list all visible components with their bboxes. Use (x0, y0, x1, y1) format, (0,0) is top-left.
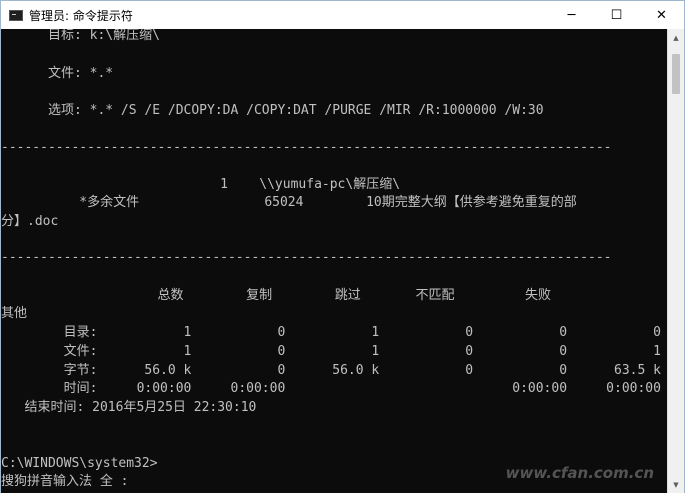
summary-row-files: 文件: 1 0 1 0 0 1 (1, 344, 661, 359)
console-line: 文件: *.* (1, 66, 114, 81)
console-line: 选项: *.* /S /E /DCOPY:DA /COPY:DAT /PURGE… (1, 103, 544, 118)
summary-header-wrap: 其他 (1, 306, 28, 321)
summary-header: 总数 复制 跳过 不匹配 失败 (1, 288, 551, 303)
separator-line: ----------------------------------------… (1, 140, 612, 155)
maximize-button[interactable]: ☐ (594, 1, 639, 29)
command-prompt-line[interactable]: C:\WINDOWS\system32> (1, 456, 158, 472)
command-prompt-window: 管理员: 命令提示符 ─ ☐ ✕ 目标: k:\解压缩\ 文件: *.* 选项:… (0, 0, 685, 493)
summary-row-dirs: 目录: 1 0 1 0 0 0 (1, 325, 661, 340)
separator-line: ----------------------------------------… (1, 250, 612, 265)
title-bar[interactable]: 管理员: 命令提示符 ─ ☐ ✕ (1, 1, 684, 29)
summary-row-times: 时间: 0:00:00 0:00:00 0:00:00 0:00:00 (1, 381, 661, 396)
minimize-button[interactable]: ─ (549, 1, 594, 29)
scrollbar-thumb[interactable] (672, 54, 680, 94)
console-line: 1 \\yumufa-pc\解压缩\ (1, 177, 401, 192)
window-controls: ─ ☐ ✕ (549, 1, 684, 29)
vertical-scrollbar[interactable]: ▲ ▼ (667, 29, 684, 493)
console-line: *多余文件 65024 10期完整大纲【供参考避免重复的部 (1, 195, 577, 210)
window-title: 管理员: 命令提示符 (29, 8, 133, 23)
ime-status-line: 搜狗拼音输入法 全 : (1, 474, 129, 489)
scroll-down-icon[interactable]: ▼ (668, 476, 684, 493)
console-line: 目标: k:\解压缩\ (1, 29, 160, 43)
end-time-line: 结束时间: 2016年5月25日 22:30:10 (1, 400, 257, 415)
summary-row-bytes: 字节: 56.0 k 0 56.0 k 0 0 63.5 k (1, 363, 661, 378)
scroll-up-icon[interactable]: ▲ (668, 29, 684, 46)
cmd-icon (9, 9, 23, 21)
watermark-logo: www.cfan.com.cn (505, 464, 654, 482)
close-button[interactable]: ✕ (639, 1, 684, 29)
console-output[interactable]: 目标: k:\解压缩\ 文件: *.* 选项: *.* /S /E /DCOPY… (1, 29, 667, 493)
console-line: 分】.doc (1, 214, 59, 229)
